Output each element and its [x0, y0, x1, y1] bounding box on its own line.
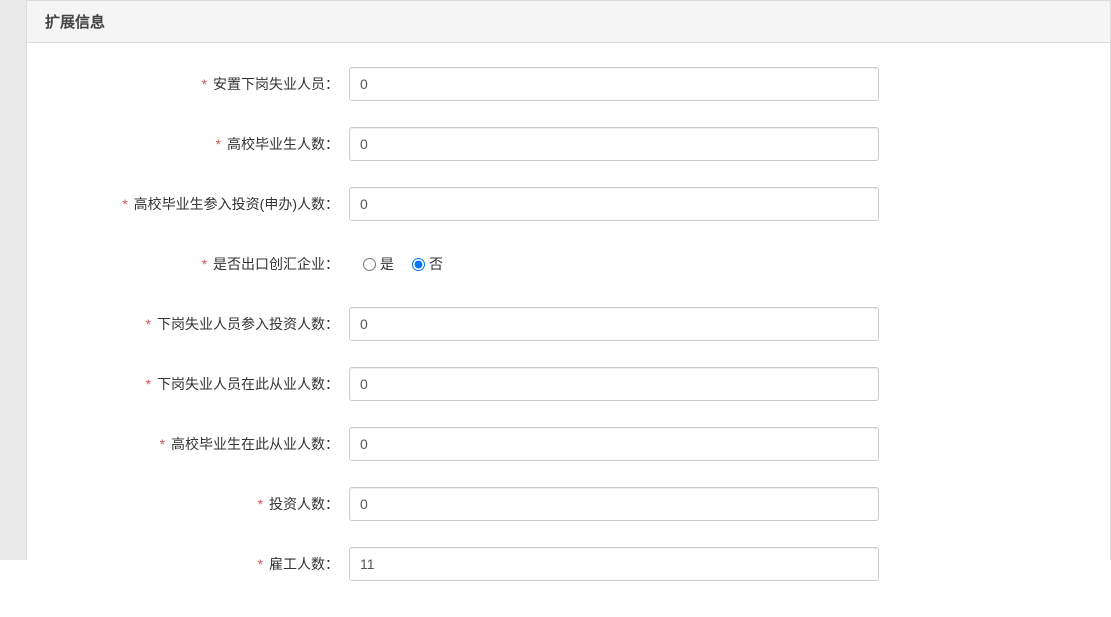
label-text: 安置下岗失业人员：	[213, 76, 339, 92]
control-wrap	[349, 67, 879, 101]
required-star-icon: *	[202, 256, 207, 272]
radio-export-no[interactable]	[412, 258, 425, 271]
radio-item-no[interactable]: 否	[412, 254, 443, 274]
label-graduates-count: * 高校毕业生人数：	[27, 134, 349, 155]
input-graduates-count[interactable]	[349, 127, 879, 161]
input-investor-count[interactable]	[349, 487, 879, 521]
control-wrap	[349, 367, 879, 401]
required-star-icon: *	[160, 436, 165, 452]
control-wrap	[349, 547, 879, 581]
form-row-laid-off-investors: * 下岗失业人员参入投资人数：	[27, 307, 1110, 341]
label-text: 是否出口创汇企业：	[213, 256, 339, 272]
input-graduates-investors[interactable]	[349, 187, 879, 221]
control-wrap: 是 否	[349, 254, 443, 274]
label-graduates-employed: * 高校毕业生在此从业人数：	[27, 434, 349, 455]
radio-label-yes: 是	[380, 254, 394, 274]
form-row-graduates-investors: * 高校毕业生参入投资(申办)人数：	[27, 187, 1110, 221]
control-wrap	[349, 127, 879, 161]
label-graduates-investors: * 高校毕业生参入投资(申办)人数：	[27, 194, 349, 215]
form-row-graduates-employed: * 高校毕业生在此从业人数：	[27, 427, 1110, 461]
input-employee-count[interactable]	[349, 547, 879, 581]
form-panel: 扩展信息 * 安置下岗失业人员： * 高校毕业生人数：	[26, 0, 1111, 560]
required-star-icon: *	[258, 496, 263, 512]
label-investor-count: * 投资人数：	[27, 494, 349, 515]
form-row-export-enterprise: * 是否出口创汇企业： 是 否	[27, 247, 1110, 281]
radio-item-yes[interactable]: 是	[363, 254, 394, 274]
section-header-extension-info: 扩展信息	[27, 0, 1110, 43]
label-laid-off-investors: * 下岗失业人员参入投资人数：	[27, 314, 349, 335]
input-laid-off-employed[interactable]	[349, 367, 879, 401]
label-text: 下岗失业人员参入投资人数：	[157, 316, 339, 332]
label-text: 下岗失业人员在此从业人数：	[157, 376, 339, 392]
required-star-icon: *	[202, 76, 207, 92]
form-row-laid-off-placement: * 安置下岗失业人员：	[27, 67, 1110, 101]
control-wrap	[349, 487, 879, 521]
required-star-icon: *	[122, 196, 127, 212]
input-laid-off-placement[interactable]	[349, 67, 879, 101]
form-row-laid-off-employed: * 下岗失业人员在此从业人数：	[27, 367, 1110, 401]
label-text: 投资人数：	[269, 496, 339, 512]
label-text: 高校毕业生人数：	[227, 136, 339, 152]
required-star-icon: *	[146, 376, 151, 392]
label-text: 雇工人数：	[269, 556, 339, 572]
form-row-employee-count: * 雇工人数：	[27, 547, 1110, 581]
radio-label-no: 否	[429, 254, 443, 274]
radio-export-yes[interactable]	[363, 258, 376, 271]
control-wrap	[349, 187, 879, 221]
control-wrap	[349, 307, 879, 341]
label-export-enterprise: * 是否出口创汇企业：	[27, 254, 349, 275]
required-star-icon: *	[258, 556, 263, 572]
input-laid-off-investors[interactable]	[349, 307, 879, 341]
radio-group-export: 是 否	[349, 254, 443, 274]
label-text: 高校毕业生参入投资(申办)人数：	[134, 196, 339, 212]
page-background: 扩展信息 * 安置下岗失业人员： * 高校毕业生人数：	[0, 0, 1111, 560]
required-star-icon: *	[146, 316, 151, 332]
label-laid-off-employed: * 下岗失业人员在此从业人数：	[27, 374, 349, 395]
label-laid-off-placement: * 安置下岗失业人员：	[27, 74, 349, 95]
form-body: * 安置下岗失业人员： * 高校毕业生人数： * 高	[27, 43, 1110, 617]
control-wrap	[349, 427, 879, 461]
input-graduates-employed[interactable]	[349, 427, 879, 461]
label-text: 高校毕业生在此从业人数：	[171, 436, 339, 452]
required-star-icon: *	[216, 136, 221, 152]
form-row-graduates-count: * 高校毕业生人数：	[27, 127, 1110, 161]
label-employee-count: * 雇工人数：	[27, 554, 349, 575]
form-row-investor-count: * 投资人数：	[27, 487, 1110, 521]
